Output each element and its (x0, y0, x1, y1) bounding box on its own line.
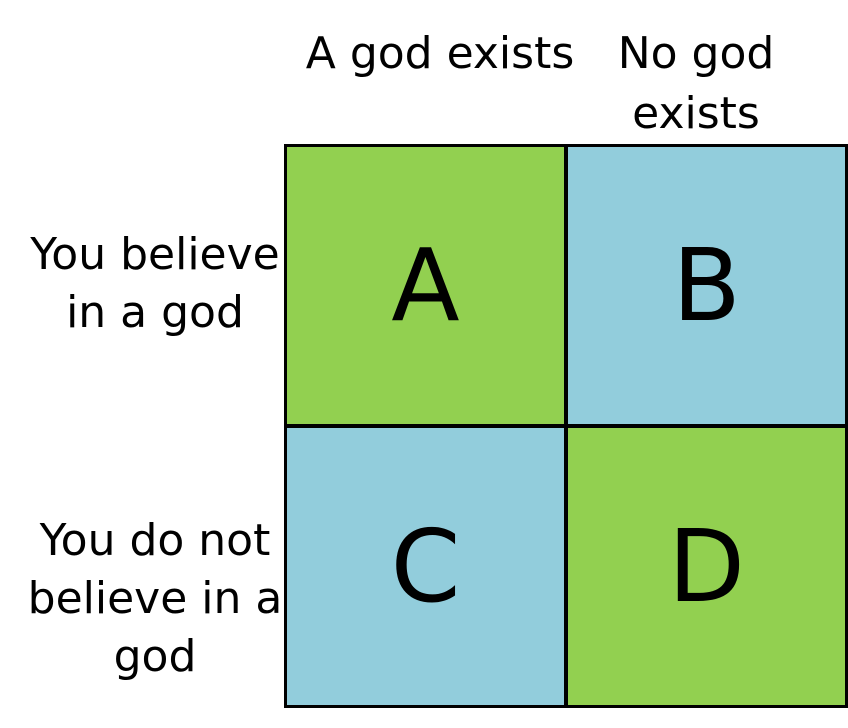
row-header-not-believe: You do not believe in a god (27, 515, 283, 682)
cell-d: D (566, 426, 848, 708)
row-header-believe: You believe in a god (30, 229, 280, 338)
cell-a: A (284, 144, 566, 426)
column-header-no-god-exists: No god exists (617, 28, 775, 139)
cell-c: C (284, 426, 566, 708)
cell-b: B (566, 144, 848, 426)
outcome-matrix: A B C D (284, 144, 848, 708)
column-header-god-exists: A god exists (305, 28, 575, 79)
